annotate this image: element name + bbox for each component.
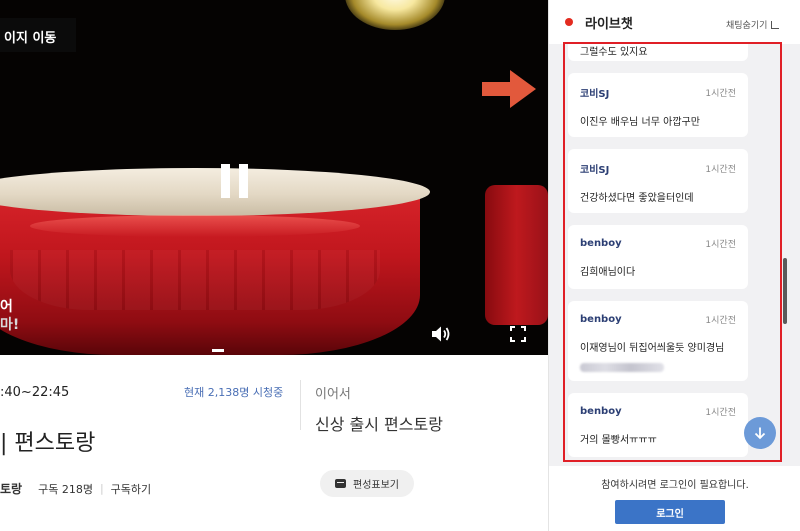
chat-message-scroller: 그럴수도 있지요 코비SJ 1시간전 이진우 배우님 너무 아깝구만 코비SJ …	[565, 44, 780, 457]
chat-message: 그럴수도 있지요	[568, 44, 748, 61]
fullscreen-icon[interactable]	[510, 326, 526, 342]
scroll-down-button[interactable]	[744, 417, 776, 449]
chat-username[interactable]: benboy	[580, 406, 622, 417]
chat-message-text: 김희애님이다	[580, 267, 636, 278]
chat-username[interactable]: 코비SJ	[580, 161, 609, 176]
chat-message: benboy 1시간전 이재영님이 뒤집어씌울듯 양미경님	[568, 301, 748, 381]
arrow-down-icon	[754, 427, 766, 440]
chat-message-meta: benboy 1시간전	[580, 405, 736, 418]
live-chat-panel: 라이브챗 채팅숨기기 그럴수도 있지요 코비SJ 1시간전 이진우 배우님 너무…	[548, 0, 800, 531]
collapse-icon	[771, 20, 780, 29]
next-program-title[interactable]: 신상 출시 편스토랑	[315, 411, 443, 435]
program-title: | 편스토랑	[0, 431, 96, 456]
chat-username[interactable]: benboy	[580, 314, 622, 325]
chat-time: 1시간전	[705, 89, 736, 99]
chat-message-text: 이진우 배우님 너무 아깝구만	[580, 117, 700, 128]
hide-chat-label: 채팅숨기기	[726, 21, 768, 31]
video-overlay-text: 어 마!	[0, 298, 19, 334]
chat-title: 라이브챗	[585, 17, 633, 32]
background-red-object	[485, 185, 548, 325]
info-divider	[300, 380, 301, 430]
schedule-icon	[335, 479, 346, 488]
chat-username[interactable]: benboy	[580, 238, 622, 249]
pause-bar-right	[239, 164, 248, 198]
arrow-right-icon	[482, 70, 536, 108]
chat-username[interactable]: 코비SJ	[580, 85, 609, 100]
chat-message-meta: 코비SJ 1시간전	[580, 85, 736, 100]
chat-message: 코비SJ 1시간전 이진우 배우님 너무 아깝구만	[568, 73, 748, 137]
pause-icon[interactable]	[221, 164, 249, 198]
chat-message-list[interactable]: 그럴수도 있지요 코비SJ 1시간전 이진우 배우님 너무 아깝구만 코비SJ …	[563, 42, 782, 462]
chat-message: benboy 1시간전 거의 몰빵서ㅠㅠㅠ	[568, 393, 748, 457]
chat-time: 1시간전	[705, 316, 736, 326]
login-button[interactable]: 로그인	[615, 500, 725, 524]
chat-message-text: 건강하셨다면 좋았을터인데	[580, 193, 694, 204]
chat-scrollbar[interactable]	[783, 258, 787, 324]
next-label: 이어서	[315, 387, 351, 402]
page-move-label: 이지 이동	[4, 31, 57, 46]
chat-header: 라이브챗 채팅숨기기	[549, 0, 800, 44]
bowl-shine	[30, 215, 360, 237]
schedule-button[interactable]: 편성표보기	[320, 470, 414, 497]
chat-message-meta: benboy 1시간전	[580, 237, 736, 250]
login-notice: 참여하시려면 로그인이 필요합니다.	[601, 480, 749, 491]
red-bowl-ridges	[10, 250, 380, 310]
viewer-count: 현재 2,138명 시청중	[184, 386, 284, 399]
chat-time: 1시간전	[705, 240, 736, 250]
page-move-button[interactable]: 이지 이동	[0, 18, 76, 52]
chat-message-meta: 코비SJ 1시간전	[580, 161, 736, 176]
video-player[interactable]: 이지 이동 어 마!	[0, 0, 548, 355]
progress-indicator[interactable]	[212, 349, 224, 352]
volume-icon[interactable]	[431, 325, 453, 343]
chat-message-text: 거의 몰빵서ㅠㅠㅠ	[580, 435, 657, 446]
chat-message-text: 그럴수도 있지요	[580, 47, 648, 58]
divider: |	[99, 482, 104, 495]
live-dot-icon	[565, 18, 573, 26]
chat-message-text: 이재영님이 뒤집어씌울듯 양미경님	[580, 343, 725, 354]
chat-message: benboy 1시간전 김희애님이다	[568, 225, 748, 289]
schedule-label: 편성표보기	[353, 480, 399, 491]
hide-chat-button[interactable]: 채팅숨기기	[726, 18, 780, 31]
chat-footer: 참여하시려면 로그인이 필요합니다. 로그인	[549, 466, 800, 531]
chat-time: 1시간전	[705, 165, 736, 175]
chat-message: 코비SJ 1시간전 건강하셨다면 좋았을터인데	[568, 149, 748, 213]
blurred-text	[580, 363, 664, 372]
light-glow	[345, 0, 445, 30]
subscriber-count: 구독 218명	[38, 482, 93, 496]
pause-bar-left	[221, 164, 230, 198]
chat-time: 1시간전	[705, 408, 736, 418]
chat-message-meta: benboy 1시간전	[580, 313, 736, 326]
overlay-text-line1: 어	[0, 299, 13, 315]
channel-name[interactable]: 토랑	[0, 480, 22, 497]
broadcast-time: :40~22:45	[0, 385, 70, 400]
overlay-text-line2: 마!	[0, 317, 20, 333]
subscribe-button[interactable]: 구독하기	[111, 481, 151, 497]
channel-row: 토랑 구독 218명 | 구독하기	[0, 480, 151, 497]
